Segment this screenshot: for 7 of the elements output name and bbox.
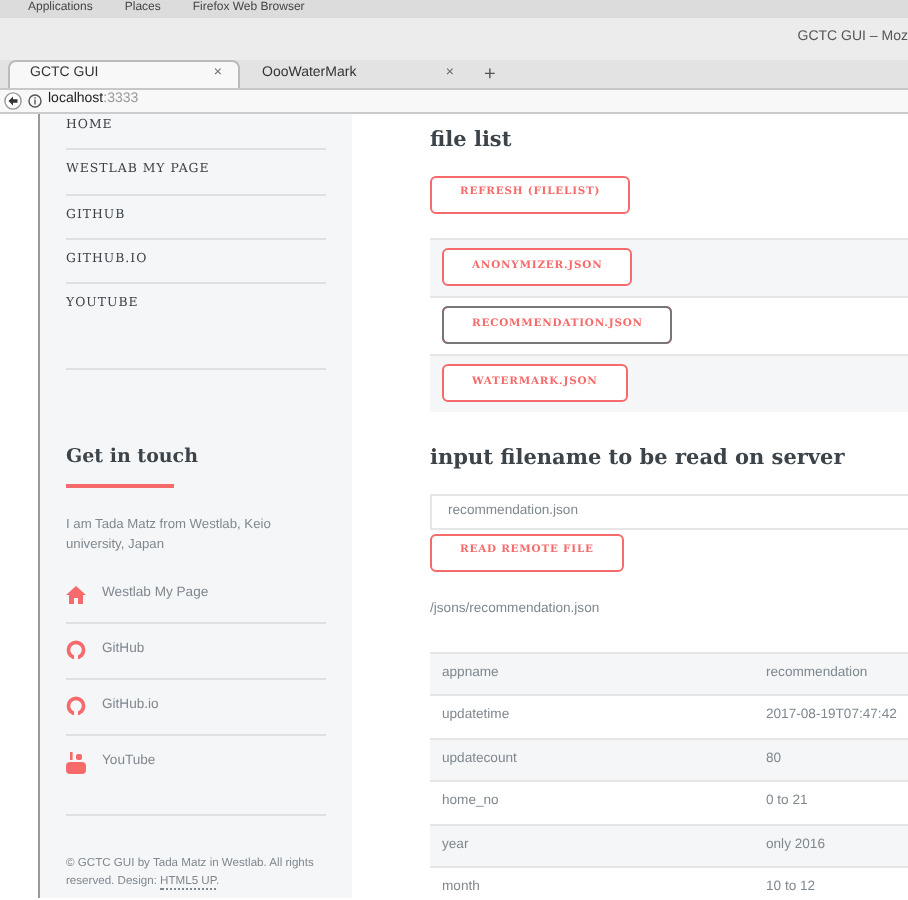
section-heading: Get in touch (66, 444, 200, 473)
house-icon (66, 585, 86, 604)
section-heading: input filename to be read on server (430, 443, 847, 474)
info-icon[interactable] (28, 94, 42, 108)
section-heading: file list (430, 126, 514, 156)
new-tab-button[interactable]: + (472, 64, 508, 88)
back-arrow-icon[interactable] (4, 92, 22, 110)
